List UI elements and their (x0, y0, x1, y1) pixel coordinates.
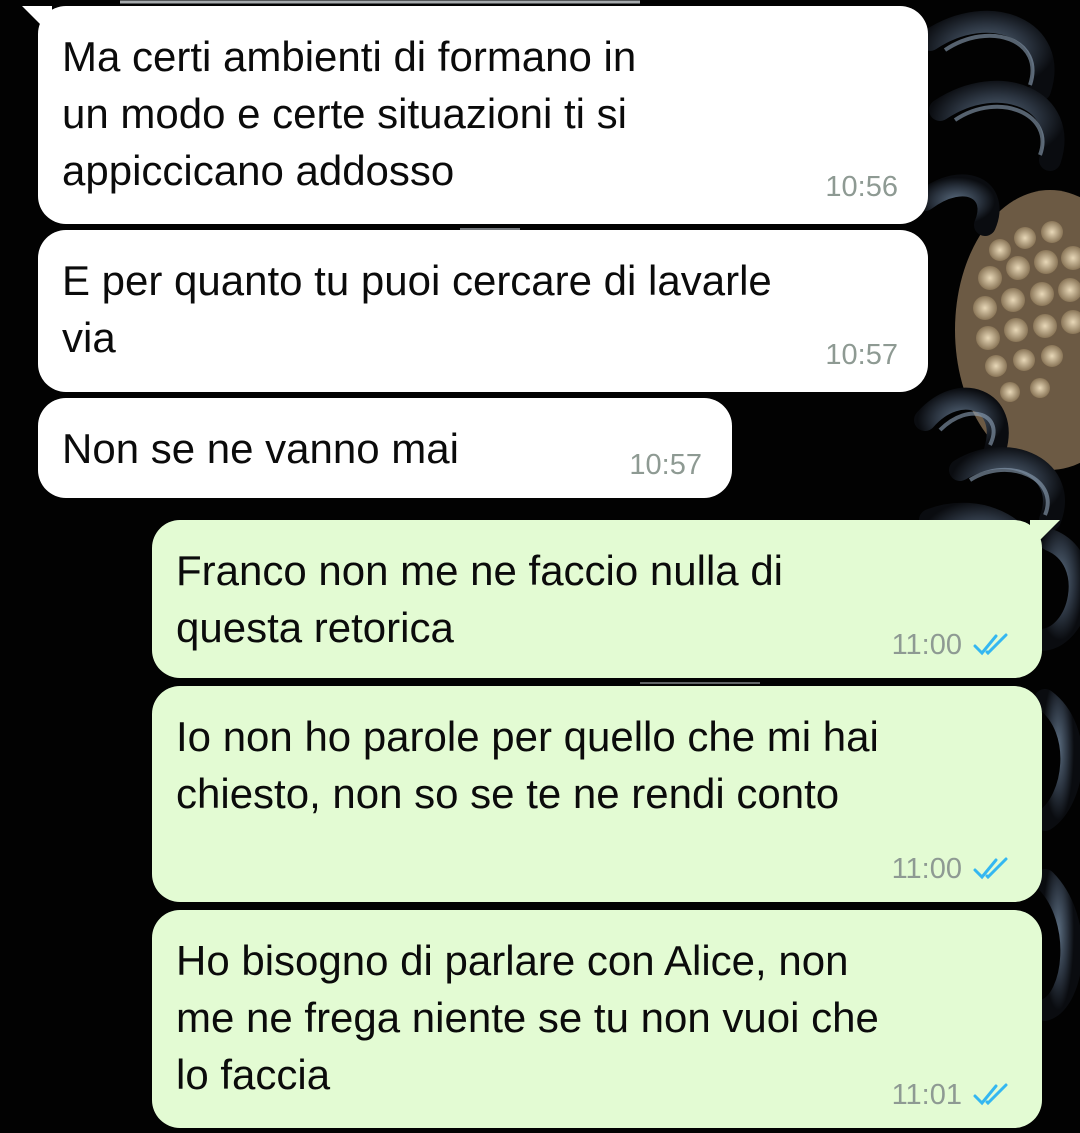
bubble-tail (22, 6, 52, 36)
message-time: 10:56 (825, 171, 898, 203)
message-text: Ma certi ambienti di formano in un modo … (62, 33, 637, 194)
message-bubble-incoming[interactable]: E per quanto tu puoi cercare di lavarle … (38, 230, 928, 392)
message-time: 11:01 (891, 1079, 962, 1111)
message-meta: 10:57 (825, 340, 898, 370)
message-bubble-outgoing[interactable]: Franco non me ne faccio nulla di questa … (152, 520, 1060, 678)
bubble-tail (1030, 520, 1060, 550)
double-check-icon (973, 1083, 1008, 1106)
message-meta: 11:00 (892, 630, 1012, 660)
message-text: Ho bisogno di parlare con Alice, non me … (176, 937, 879, 1098)
message-bubble-outgoing[interactable]: Io non ho parole per quello che mi hai c… (152, 686, 1042, 902)
message-bubble-outgoing[interactable]: Ho bisogno di parlare con Alice, non me … (152, 910, 1042, 1128)
message-text: E per quanto tu puoi cercare di lavarle … (62, 257, 772, 361)
message-time: 10:57 (629, 449, 702, 481)
message-time: 11:00 (891, 629, 962, 661)
message-time: 10:57 (825, 339, 898, 371)
message-bubble-incoming[interactable]: Non se ne vanno mai 10:57 (38, 398, 732, 498)
message-bubble-incoming[interactable]: Ma certi ambienti di formano in un modo … (22, 6, 928, 224)
message-time: 11:00 (891, 853, 962, 885)
double-check-icon (973, 633, 1008, 656)
message-meta: 10:57 (629, 450, 702, 480)
message-text: Non se ne vanno mai (62, 425, 459, 472)
message-meta: 11:00 (892, 854, 1012, 884)
message-meta: 10:56 (825, 172, 898, 202)
message-text: Io non ho parole per quello che mi hai c… (176, 713, 879, 817)
double-check-icon (973, 857, 1008, 880)
message-meta: 11:01 (892, 1080, 1012, 1110)
chat-view: Ma certi ambienti di formano in un modo … (0, 0, 1080, 1133)
